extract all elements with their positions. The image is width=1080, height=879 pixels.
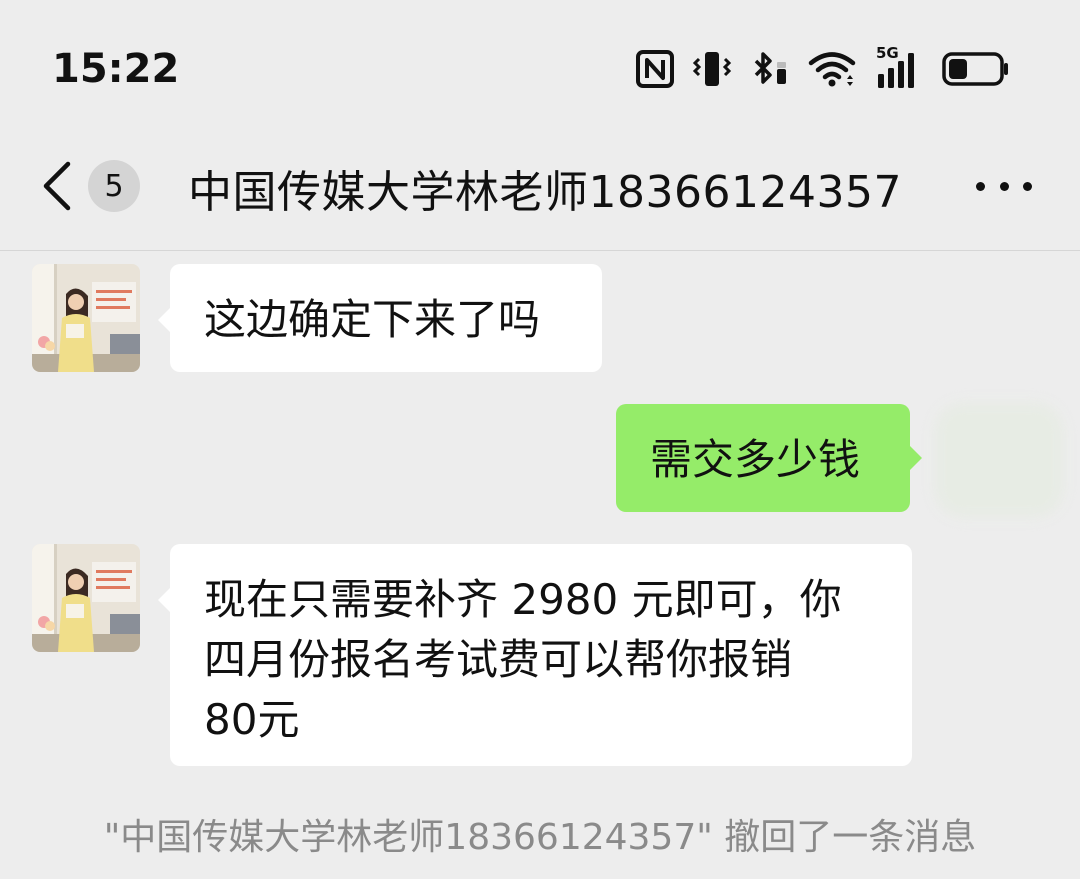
back-button[interactable] [36,158,84,214]
more-options-button[interactable] [976,174,1032,198]
status-icons: 5G [636,44,1010,94]
status-bar: 15:22 5G [0,0,1080,140]
message-text: 这边确定下来了吗 [204,295,541,344]
message-text-line: 四月份报名考试费可以帮你报销 [204,635,793,684]
chat-header: 5 中国传媒大学林老师18366124357 [0,140,1080,251]
chevron-left-icon [43,161,71,211]
unread-count-badge[interactable]: 5 [88,160,140,212]
incoming-message-bubble[interactable]: 现在只需要补齐 2980 元即可，你 四月份报名考试费可以帮你报销 80元 [158,544,912,766]
outgoing-message-bubble[interactable]: 需交多少钱 [616,404,922,512]
message-text: 需交多少钱 [650,435,861,484]
battery-icon [942,51,1010,87]
status-time: 15:22 [52,46,180,92]
bluetooth-icon [750,49,790,89]
contact-avatar[interactable] [32,264,140,372]
message-text-line: 现在只需要补齐 2980 元即可，你 [204,575,842,624]
recall-notice: "中国传媒大学林老师18366124357" 撤回了一条消息 [103,817,977,858]
nfc-icon [636,50,674,88]
more-dots-icon [976,181,985,191]
chat-title: 中国传媒大学林老师18366124357 [188,167,902,218]
wifi-icon [808,49,858,89]
my-avatar[interactable] [934,402,1064,518]
incoming-message-bubble[interactable]: 这边确定下来了吗 [158,264,602,372]
message-text-line: 80元 [204,695,300,744]
cellular-5g-icon: 5G [876,44,924,90]
contact-avatar[interactable] [32,544,140,652]
vibrate-icon [692,49,732,89]
